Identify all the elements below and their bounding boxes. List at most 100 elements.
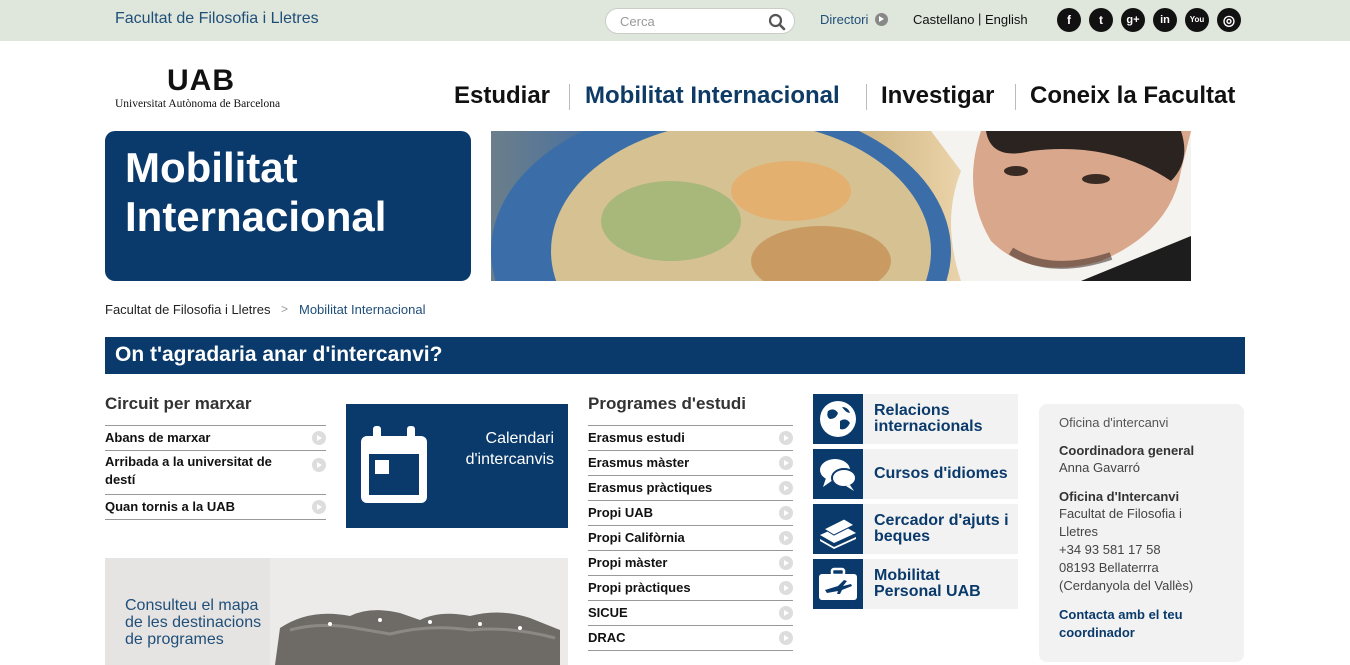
chevron-right-icon [779, 431, 793, 445]
tile-label: Relacions internacionals [874, 403, 982, 435]
lang-castellano[interactable]: Castellano [913, 12, 974, 27]
search-box [605, 8, 795, 34]
nav-divider [1015, 84, 1016, 110]
tile-label: Mobilitat Personal UAB [874, 568, 981, 600]
circuit-title: Circuit per marxar [105, 394, 252, 413]
search-input[interactable] [620, 13, 760, 30]
hero-illustration [491, 131, 1191, 281]
tile-cursos-idiomes[interactable]: Cursos d'idiomes [813, 449, 1018, 499]
list-item-label: Propi màster [588, 555, 668, 570]
contact-card: Oficina d'intercanvi Coordinadora genera… [1039, 404, 1244, 662]
list-item-label: SICUE [588, 605, 628, 620]
chevron-right-icon [779, 606, 793, 620]
list-item-label: Abans de marxar [105, 430, 211, 445]
office-title: Oficina d'Intercanvi [1059, 489, 1180, 504]
chevron-right-icon [779, 631, 793, 645]
nav-investigar[interactable]: Investigar [881, 82, 994, 110]
top-bar: Facultat de Filosofia i Lletres Director… [0, 0, 1350, 41]
office-postcode: 08193 Bellaterrra [1059, 560, 1159, 575]
speech-bubbles-icon [813, 449, 863, 499]
tile-mobilitat-personal[interactable]: Mobilitat Personal UAB [813, 559, 1018, 609]
destinations-map-promo[interactable]: Consulteu el mapa de les destinacions de… [105, 558, 568, 665]
facebook-icon[interactable]: f [1057, 8, 1081, 32]
logo-text: Universitat Autònoma de Barcelona [115, 98, 281, 110]
contact-heading: Oficina d'intercanvi [1059, 415, 1169, 430]
list-item-label: Erasmus pràctiques [588, 480, 713, 495]
contact-coordinator-link[interactable]: Contacta amb el teu coordinador [1059, 606, 1229, 642]
tile-label-line: Relacions [874, 402, 950, 419]
tile-label-line: Cercador d'ajuts i [874, 512, 1009, 529]
globe-icon [813, 394, 863, 444]
chevron-right-icon [779, 581, 793, 595]
list-item-label: Propi Califòrnia [588, 530, 685, 545]
programs-list: Erasmus estudi Erasmus màster Erasmus pr… [588, 425, 793, 651]
airplane-icon [813, 559, 863, 609]
instagram-icon[interactable]: ◎ [1217, 8, 1241, 32]
list-item[interactable]: Arribada a la universitat de destí [105, 451, 326, 495]
search-icon[interactable] [768, 13, 786, 31]
list-item[interactable]: Erasmus pràctiques [588, 476, 793, 501]
section-title: On t'agradaria anar d'intercanvi? [115, 343, 443, 366]
list-item[interactable]: Erasmus màster [588, 451, 793, 476]
list-item[interactable]: Propi màster [588, 551, 793, 576]
nav-divider [866, 84, 867, 110]
office-city: (Cerdanyola del Vallès) [1059, 578, 1194, 593]
list-item-label: Propi pràctiques [588, 580, 691, 595]
nav-estudiar[interactable]: Estudiar [454, 82, 550, 110]
list-item-label: Erasmus màster [588, 455, 690, 470]
list-item-label: DRAC [588, 630, 626, 645]
hero-image [491, 131, 1191, 281]
world-map-image [270, 558, 568, 665]
map-promo-text: Consulteu el mapa de les destinacions de… [125, 597, 262, 648]
office-address-line: Facultat de Filosofia i [1059, 506, 1182, 521]
lang-english[interactable]: English [985, 12, 1028, 27]
list-item[interactable]: SICUE [588, 601, 793, 626]
linkedin-icon[interactable]: in [1153, 8, 1177, 32]
tile-relacions-internacionals[interactable]: Relacions internacionals [813, 394, 1018, 444]
lang-divider: | [978, 11, 982, 26]
list-item-label: Quan tornis a la UAB [105, 499, 236, 514]
chevron-right-icon [779, 481, 793, 495]
calendar-tile[interactable]: Calendari d'intercanvis [346, 404, 568, 528]
tile-cercador-ajuts[interactable]: Cercador d'ajuts i beques [813, 504, 1018, 554]
youtube-icon[interactable]: You [1185, 8, 1209, 32]
chevron-right-icon [779, 556, 793, 570]
nav-divider [569, 84, 570, 110]
list-item-label: Arribada a la universitat de destí [105, 454, 272, 487]
logo-mark: UAB [167, 64, 235, 97]
money-icon [813, 504, 863, 554]
tile-label-line: internacionals [874, 418, 983, 435]
office-phone: +34 93 581 17 58 [1059, 542, 1161, 557]
nav-coneix-la-facultat[interactable]: Coneix la Facultat [1030, 82, 1235, 110]
breadcrumb-current: Mobilitat Internacional [299, 302, 426, 317]
programs-title: Programes d'estudi [588, 394, 747, 413]
faculty-link[interactable]: Facultat de Filosofia i Lletres [115, 10, 319, 28]
chevron-right-icon [312, 500, 326, 514]
breadcrumb-home[interactable]: Facultat de Filosofia i Lletres [105, 302, 270, 317]
google-plus-icon[interactable]: g+ [1121, 8, 1145, 32]
page-title-line: Internacional [125, 193, 387, 240]
list-item[interactable]: Propi pràctiques [588, 576, 793, 601]
office-address-line: Lletres [1059, 524, 1099, 539]
list-item[interactable]: Erasmus estudi [588, 426, 793, 451]
list-item[interactable]: Propi Califòrnia [588, 526, 793, 551]
twitter-icon[interactable]: t [1089, 8, 1113, 32]
section-header: On t'agradaria anar d'intercanvi? [105, 337, 1245, 374]
tile-label: Cercador d'ajuts i beques [874, 513, 1009, 545]
list-item-label: Erasmus estudi [588, 430, 685, 445]
list-item[interactable]: Propi UAB [588, 501, 793, 526]
list-item[interactable]: Quan tornis a la UAB [105, 495, 326, 520]
nav-mobilitat-internacional[interactable]: Mobilitat Internacional [585, 82, 840, 110]
page-title: Mobilitat Internacional [125, 143, 386, 241]
chevron-right-icon [779, 531, 793, 545]
list-item[interactable]: Abans de marxar [105, 426, 326, 451]
tile-label-line: beques [874, 528, 931, 545]
directory-link[interactable]: Directori [820, 12, 868, 27]
circuit-list: Abans de marxar Arribada a la universita… [105, 425, 326, 520]
chevron-right-icon[interactable] [875, 13, 888, 26]
tile-label: Cursos d'idiomes [874, 465, 1008, 482]
list-item[interactable]: DRAC [588, 626, 793, 651]
chevron-right-icon [312, 458, 326, 472]
page-title-line: Mobilitat [125, 144, 298, 191]
uab-logo[interactable]: UAB Universitat Autònoma de Barcelona [115, 64, 305, 112]
